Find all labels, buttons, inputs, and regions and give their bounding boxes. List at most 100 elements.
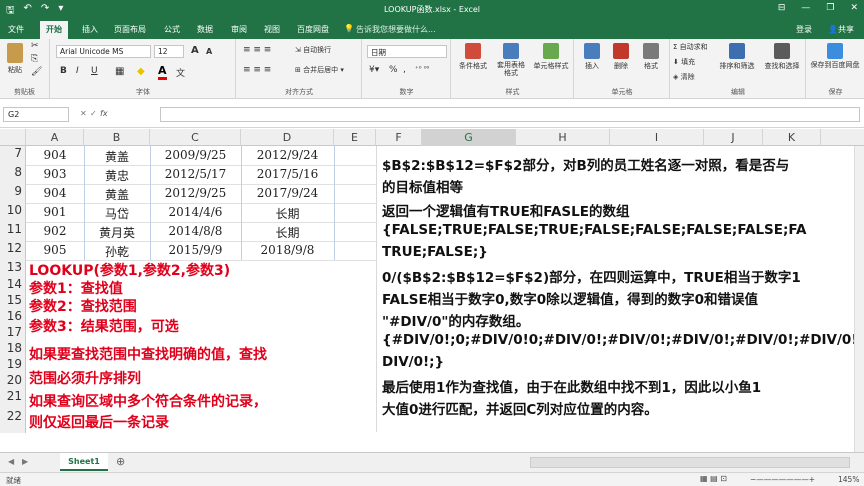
- cell-c10[interactable]: 2014/4/6: [150, 203, 241, 222]
- tab-formulas[interactable]: 公式: [164, 24, 180, 35]
- underline-button[interactable]: U: [91, 66, 98, 76]
- bold-button[interactable]: B: [60, 66, 67, 76]
- close-icon[interactable]: ✕: [850, 3, 858, 13]
- confirm-icon[interactable]: ✓: [90, 109, 97, 118]
- column-header-j[interactable]: J: [704, 129, 763, 146]
- ribbon-display-icon[interactable]: ⊟: [778, 3, 786, 13]
- tab-home[interactable]: 开始: [40, 21, 68, 39]
- column-header-c[interactable]: C: [150, 129, 241, 146]
- signin-link[interactable]: 登录: [796, 24, 812, 35]
- cell-d8[interactable]: 2017/5/16: [241, 165, 334, 184]
- cell-b9[interactable]: 黄盖: [84, 184, 150, 203]
- tell-me-search[interactable]: 告诉我您想要做什么...: [356, 24, 436, 35]
- cell-d10[interactable]: 长期: [241, 203, 334, 222]
- phonetic-icon[interactable]: 文: [176, 66, 185, 79]
- column-header-i[interactable]: I: [610, 129, 704, 146]
- tab-page-layout[interactable]: 页面布局: [114, 24, 146, 35]
- cell-c7[interactable]: 2009/9/25: [150, 146, 241, 165]
- minimize-icon[interactable]: —: [801, 3, 810, 13]
- insert-cells-button[interactable]: 插入: [580, 43, 604, 71]
- copy-icon[interactable]: ⎘: [31, 54, 38, 64]
- cell-a12[interactable]: 905: [26, 241, 84, 260]
- font-size-combo[interactable]: 12: [154, 45, 184, 58]
- comma-icon[interactable]: ,: [403, 65, 406, 75]
- row-header-16[interactable]: 16: [0, 309, 26, 325]
- number-format-combo[interactable]: 日期: [367, 45, 447, 58]
- column-header-k[interactable]: K: [763, 129, 821, 146]
- clear-button[interactable]: ◈ 清除: [673, 72, 695, 82]
- shrink-font-icon[interactable]: A: [206, 47, 212, 56]
- tab-data[interactable]: 数据: [197, 24, 213, 35]
- cell-a8[interactable]: 903: [26, 165, 84, 184]
- zoom-level[interactable]: 145%: [838, 475, 859, 484]
- cell-d11[interactable]: 长期: [241, 222, 334, 241]
- cell-b8[interactable]: 黄忠: [84, 165, 150, 184]
- find-select-button[interactable]: 查找和选择: [761, 43, 803, 71]
- add-sheet-icon[interactable]: ⊕: [116, 455, 125, 468]
- select-all-corner[interactable]: [0, 129, 26, 146]
- cell-c9[interactable]: 2012/9/25: [150, 184, 241, 203]
- row-header-12[interactable]: 12: [0, 241, 26, 260]
- align-top-icon[interactable]: ≡ ≡ ≡: [243, 45, 271, 55]
- sheet-tab-sheet1[interactable]: Sheet1: [60, 453, 108, 471]
- column-header-a[interactable]: A: [26, 129, 84, 146]
- view-icons[interactable]: ▦ ▤ ⊡: [700, 474, 727, 483]
- sheet-nav-left-icon[interactable]: ◀: [8, 457, 14, 466]
- row-header-11[interactable]: 11: [0, 222, 26, 241]
- currency-icon[interactable]: ¥▾: [369, 65, 379, 75]
- row-header-19[interactable]: 19: [0, 357, 26, 373]
- autosum-button[interactable]: Σ 自动求和: [673, 42, 708, 52]
- cancel-icon[interactable]: ✕: [80, 109, 87, 118]
- cut-icon[interactable]: ✂: [31, 41, 39, 51]
- percent-icon[interactable]: %: [389, 65, 398, 75]
- cell-a11[interactable]: 902: [26, 222, 84, 241]
- cell-d7[interactable]: 2012/9/24: [241, 146, 334, 165]
- format-as-table-button[interactable]: 套用表格格式: [496, 43, 526, 77]
- share-button[interactable]: 👤共享: [828, 24, 854, 35]
- align-left-icon[interactable]: ≡ ≡ ≡: [243, 65, 271, 75]
- border-icon[interactable]: ▦: [115, 66, 124, 77]
- row-header-13[interactable]: 13: [0, 260, 26, 277]
- delete-cells-button[interactable]: 删除: [609, 43, 633, 71]
- row-header-14[interactable]: 14: [0, 277, 26, 293]
- cell-c8[interactable]: 2012/5/17: [150, 165, 241, 184]
- row-header-15[interactable]: 15: [0, 293, 26, 309]
- cell-a9[interactable]: 904: [26, 184, 84, 203]
- column-header-f[interactable]: F: [376, 129, 422, 146]
- decimal-icons[interactable]: ⁺⁰ ⁰⁰: [415, 65, 429, 73]
- row-header-17[interactable]: 17: [0, 325, 26, 341]
- row-header-8[interactable]: 8: [0, 165, 26, 184]
- fx-icon[interactable]: fx: [100, 109, 108, 118]
- cell-b11[interactable]: 黄月英: [84, 222, 150, 241]
- tab-view[interactable]: 视图: [264, 24, 280, 35]
- fill-color-icon[interactable]: ◆: [137, 66, 145, 77]
- column-header-g[interactable]: G: [422, 129, 516, 146]
- tab-file[interactable]: 文件: [8, 24, 24, 35]
- merge-center-button[interactable]: ⊞ 合并后居中 ▾: [295, 65, 344, 75]
- horizontal-scrollbar[interactable]: [530, 457, 850, 468]
- tab-baidu[interactable]: 百度网盘: [297, 24, 329, 35]
- sort-filter-button[interactable]: 排序和筛选: [717, 43, 757, 71]
- row-header-21[interactable]: 21: [0, 389, 26, 409]
- cell-b12[interactable]: 孙乾: [84, 241, 150, 260]
- save-baidu-button[interactable]: 保存到百度网盘: [809, 43, 861, 69]
- row-header-22[interactable]: 22: [0, 409, 26, 433]
- format-cells-button[interactable]: 格式: [639, 43, 663, 71]
- worksheet-grid[interactable]: 7 8 9 10 11 12 13 14 15 16 17 18 19 20 2…: [0, 146, 376, 433]
- row-header-9[interactable]: 9: [0, 184, 26, 203]
- row-header-18[interactable]: 18: [0, 341, 26, 357]
- column-header-e[interactable]: E: [334, 129, 376, 146]
- font-name-combo[interactable]: Arial Unicode MS: [56, 45, 151, 58]
- column-header-h[interactable]: H: [516, 129, 610, 146]
- column-header-b[interactable]: B: [84, 129, 150, 146]
- grow-font-icon[interactable]: A: [191, 45, 199, 56]
- format-painter-icon[interactable]: 🖌: [31, 67, 42, 77]
- vertical-scrollbar[interactable]: [854, 146, 864, 452]
- tab-insert[interactable]: 插入: [82, 24, 98, 35]
- conditional-format-button[interactable]: 条件格式: [456, 43, 490, 71]
- wrap-text-button[interactable]: ⇲ 自动换行: [295, 45, 331, 55]
- tab-review[interactable]: 审阅: [231, 24, 247, 35]
- formula-input[interactable]: [160, 107, 860, 122]
- sheet-nav-right-icon[interactable]: ▶: [22, 457, 28, 466]
- zoom-slider[interactable]: −———————+: [750, 475, 815, 484]
